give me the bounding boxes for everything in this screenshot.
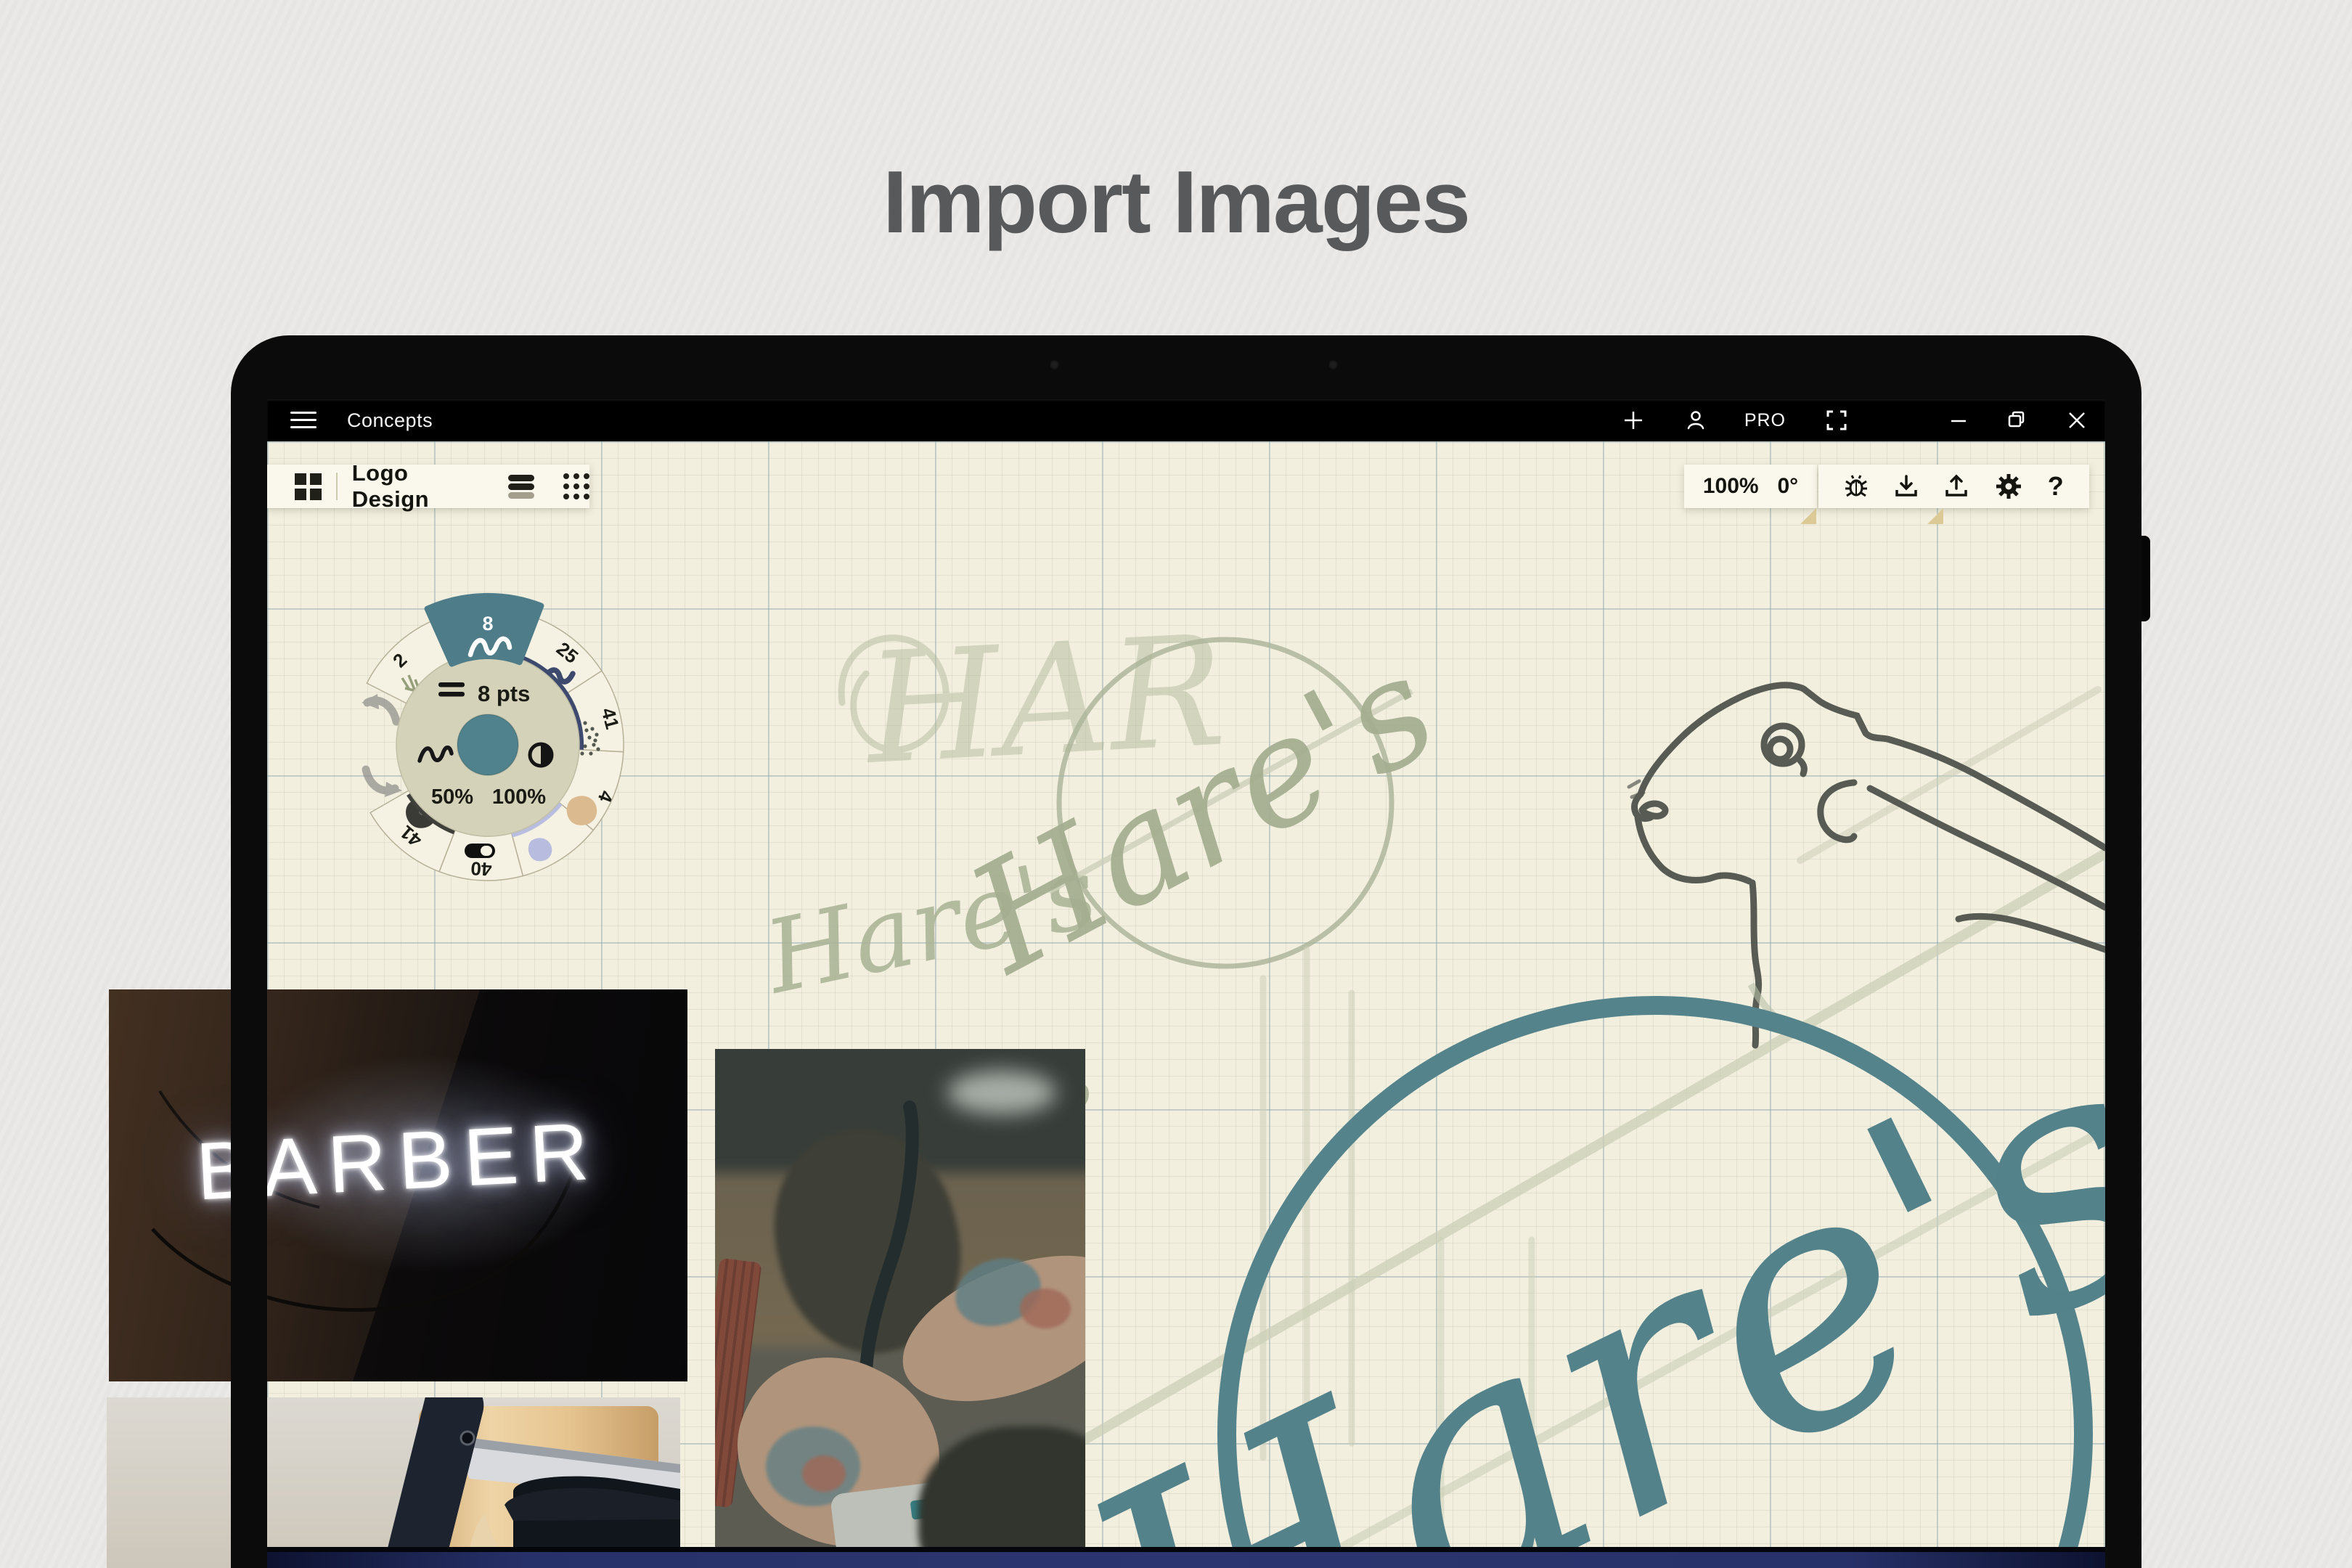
fold-corner-2 [1927,508,1943,524]
bug-report-icon[interactable] [1844,474,1869,499]
svg-text:40: 40 [470,857,492,880]
teal-logo-script: Hare's [1024,965,2105,1568]
project-title[interactable]: Logo Design [352,460,475,513]
precision-menu-icon[interactable] [563,473,589,499]
thickness-icon [438,682,465,687]
current-color-swatch[interactable] [457,714,518,775]
minimize-icon [1950,412,1967,429]
zoom-level[interactable]: 100% [1703,474,1759,499]
teal-logo: Hare's [1024,965,2105,1568]
help-button[interactable]: ? [2048,471,2064,502]
wheel-segment-8-selected[interactable]: 8 [428,596,542,664]
opacity-primary[interactable]: 100% [492,785,546,809]
toolbar-actions: ? [1818,465,2089,508]
page-title: Import Images [0,151,2352,253]
fullscreen-icon [1825,409,1848,432]
rotation-value[interactable]: 0° [1777,474,1798,499]
minimize-button[interactable] [1950,399,1967,441]
toolbar-divider [336,473,338,500]
new-drawing-button[interactable] [1622,399,1644,441]
toolbar-left: Logo Design [267,465,589,508]
account-button[interactable] [1685,399,1707,441]
imported-photo-barber-sign[interactable]: BARBER [109,989,687,1381]
person-icon [1685,409,1707,431]
screen-bottom-edge [267,1547,2105,1552]
export-icon[interactable] [1944,474,1969,499]
pro-badge[interactable]: PRO [1744,399,1786,441]
layers-icon[interactable] [508,473,534,501]
straight-razor [107,1397,680,1568]
gallery-icon[interactable] [295,473,322,500]
tablet-power-button [2139,536,2150,621]
segment-label-8: 8 [482,613,493,634]
restore-icon [2006,410,2027,430]
opacity-secondary[interactable]: 50% [431,785,473,809]
size-value[interactable]: 8 pts [478,681,530,706]
imported-photo-haircut[interactable] [715,1049,1085,1568]
tablet-screen: HAR Hare's Hare's Hare's [267,399,2105,1568]
marketing-page: Import Images HAR Hare's Hare's Hare's [0,0,2352,1568]
camera-dot-2 [1328,360,1338,369]
import-icon[interactable] [1894,474,1919,499]
close-icon [2067,411,2086,430]
app-name: Concepts [347,409,433,432]
plus-icon [1622,409,1644,431]
close-button[interactable] [2067,399,2086,441]
thickness-icon2 [438,692,465,697]
photo-filter-overlay [715,1049,1085,1568]
app-title-bar: Concepts PRO [267,399,2105,441]
toolbar-zoom: 100% 0° [1684,465,1817,508]
fullscreen-button[interactable] [1825,399,1848,441]
taskbar-strip [267,1552,2105,1568]
restore-button[interactable] [2006,399,2027,441]
camera-dot-1 [1050,360,1059,369]
imported-photo-razor[interactable] [107,1397,680,1568]
fold-corner-1 [1800,508,1816,524]
menu-icon[interactable] [290,412,317,429]
tool-wheel[interactable]: 8 pts 50% 100% 8 2 25 41 [335,592,640,897]
settings-gear-icon[interactable] [1995,473,2022,500]
